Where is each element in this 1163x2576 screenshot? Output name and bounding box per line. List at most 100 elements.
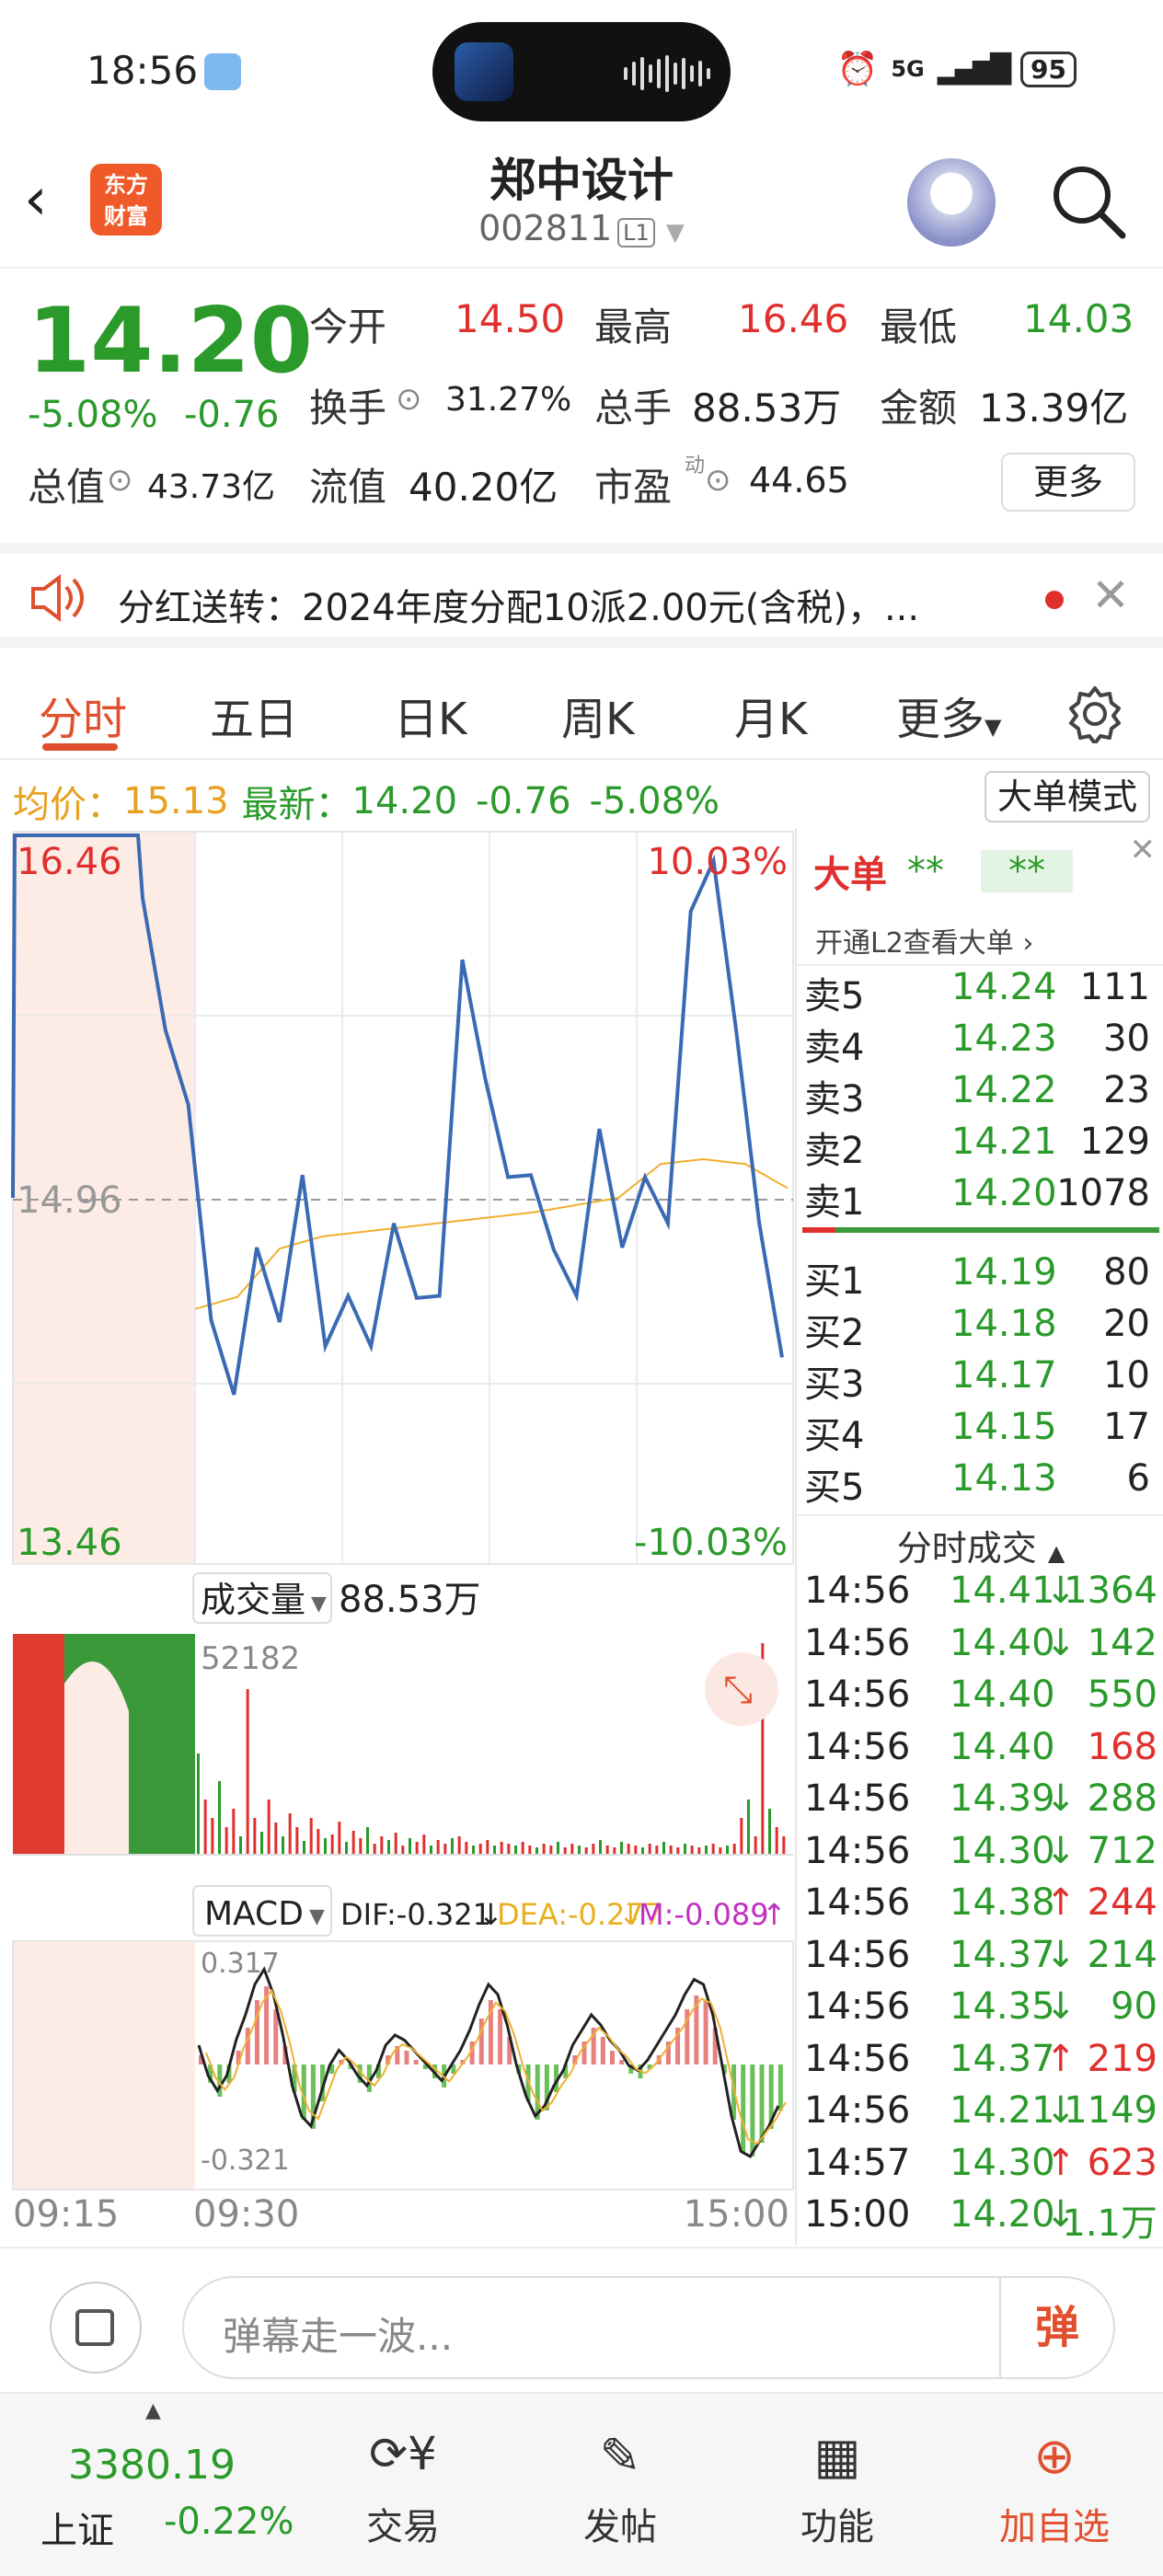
volume-bar — [380, 1836, 384, 1855]
dividend-notice[interactable]: 分红送转：2024年度分配10派2.00元(含税)，... ✕ — [0, 543, 1163, 648]
nav-add-watchlist[interactable]: ⊕ 加自选 — [990, 2427, 1119, 2550]
tab-weekly-k[interactable]: 周K — [561, 683, 634, 747]
tab-more[interactable]: 更多▼ — [896, 683, 1001, 747]
plus-circle-icon: ⊕ — [1033, 2427, 1076, 2485]
volume-bar — [366, 1827, 369, 1855]
nav-post-label: 发帖 — [583, 2506, 657, 2548]
volume-bar — [359, 1838, 363, 1855]
info-icon[interactable]: ⊙ — [107, 462, 133, 499]
ask-row: 卖1 14.20 1078 — [804, 1172, 1157, 1224]
amount-value: 13.39亿 — [979, 385, 1129, 431]
volume-bar — [563, 1847, 567, 1855]
bid-level: 买5 — [804, 1466, 865, 1509]
bid-volume: 10 — [1103, 1354, 1150, 1397]
tab-monthly-k[interactable]: 月K — [734, 683, 807, 747]
caret-down-icon: ▼ — [985, 714, 1002, 740]
price-panel: 16.46 14.96 13.46 10.03% -10.03% — [11, 831, 794, 1565]
trade-volume: 142 — [1087, 1621, 1157, 1664]
trade-volume: 244 — [1087, 1881, 1157, 1924]
volume-bar — [317, 1829, 320, 1855]
volume-bar — [782, 1836, 786, 1855]
trades-header-label: 分时成交 — [896, 1528, 1037, 1569]
ask-price: 14.23 — [951, 1018, 1057, 1060]
depth-bar — [802, 1227, 1159, 1233]
volume-bar — [309, 1818, 313, 1855]
y-top-pct: 10.03% — [647, 841, 788, 883]
danmu-input[interactable]: 弹幕走一波... 弹 — [182, 2276, 1115, 2379]
pe-value: 44.65 — [749, 460, 849, 500]
volume-bar — [514, 1846, 517, 1855]
trade-row: 15:00 14.20 ↓ 1.1万 — [804, 2193, 1157, 2246]
macd-bar — [759, 2064, 765, 2143]
tab-more-label: 更多 — [896, 694, 985, 745]
infobar-text: 均价： 15.13 最新： 14.20 -0.76 -5.08% — [13, 775, 720, 828]
volume-bar — [613, 1847, 616, 1855]
info-icon[interactable]: ⊙ — [705, 462, 731, 499]
ask-price: 14.24 — [951, 966, 1057, 1008]
search-icon[interactable] — [1047, 160, 1130, 243]
ask-price: 14.20 — [951, 1172, 1057, 1214]
macd-min-label: -0.321 — [201, 2145, 290, 2177]
trade-row: 14:56 14.37 ↓ 214 — [804, 1934, 1157, 1986]
big-order-mode-button[interactable]: 大单模式 — [985, 771, 1150, 822]
close-icon[interactable]: ✕ — [1091, 569, 1130, 622]
robot-assistant-icon[interactable] — [907, 158, 996, 247]
l2-link[interactable]: 开通L2查看大单 › — [815, 920, 1033, 960]
avg-label: 均价： — [13, 784, 123, 826]
index-value[interactable]: 3380.19 — [68, 2442, 236, 2489]
trade-direction-icon: ↑ — [1045, 2141, 1077, 2184]
tab-daily-k[interactable]: 日K — [394, 683, 466, 747]
trade-row: 14:56 14.37 ↑ 219 — [804, 2038, 1157, 2090]
chart-area[interactable]: 16.46 14.96 13.46 10.03% -10.03% 成交量 ▼ 8… — [0, 828, 795, 2245]
close-icon[interactable]: ✕ — [1130, 832, 1157, 868]
volume-bar — [415, 1842, 419, 1855]
danmu-placeholder: 弹幕走一波... — [223, 2314, 454, 2359]
chart-tabs: 分时 五日 日K 周K 月K 更多▼ — [0, 659, 1163, 760]
nav-trade[interactable]: ⟳¥ 交易 — [339, 2427, 467, 2550]
send-danmu-button[interactable]: 弹 — [999, 2278, 1113, 2377]
tab-intraday[interactable]: 分时 — [39, 683, 127, 747]
index-name[interactable]: 上证 — [40, 2501, 114, 2554]
caret-up-icon: ▲ — [1047, 1540, 1065, 1566]
macd-bar — [404, 2051, 409, 2064]
volume-bar — [549, 1846, 553, 1855]
gear-icon[interactable] — [1065, 684, 1124, 743]
trade-price: 14.20 — [950, 2193, 1055, 2236]
avg-value: 15.13 — [123, 780, 229, 822]
volume-bar — [253, 1818, 257, 1855]
volume-bar — [620, 1842, 623, 1855]
danmu-toggle-icon[interactable] — [50, 2282, 142, 2374]
network-label: 5G — [891, 56, 925, 82]
mcap-label: 总值 — [28, 465, 106, 510]
volume-bar — [493, 1846, 496, 1855]
volume-max-label: 52182 — [201, 1640, 300, 1677]
info-icon[interactable]: ⊙ — [396, 381, 422, 418]
ask-volume: 23 — [1103, 1069, 1150, 1111]
trade-volume: 623 — [1087, 2141, 1157, 2184]
trade-price: 14.21 — [950, 2089, 1055, 2132]
trade-time: 14:56 — [804, 2037, 911, 2080]
trade-volume: 1.1万 — [1062, 2202, 1157, 2245]
y-mid-label: 14.96 — [17, 1179, 122, 1222]
danmu-bar: 弹幕走一波... 弹 — [0, 2247, 1163, 2390]
more-button[interactable]: 更多 — [1001, 453, 1135, 512]
nav-post[interactable]: ✎ 发帖 — [556, 2427, 685, 2550]
turnover-label: 换手 — [309, 385, 387, 431]
big-order-stars-2: ** — [981, 850, 1073, 892]
turnover-value: 31.27% — [445, 381, 572, 419]
macd-label: MACD — [204, 1895, 304, 1933]
change-value: -0.76 — [184, 394, 280, 436]
high-label: 最高 — [594, 305, 673, 350]
trade-time: 14:56 — [804, 1829, 911, 1872]
change-pct: -5.08% — [28, 394, 158, 436]
tab-five-day[interactable]: 五日 — [210, 683, 298, 747]
caret-down-icon: ▼ — [309, 1905, 325, 1928]
volume-bar — [303, 1841, 305, 1855]
weather-icon — [204, 53, 241, 90]
caret-up-icon: ▲ — [145, 2399, 161, 2422]
dynamic-island[interactable] — [432, 22, 731, 121]
volume-bar — [436, 1840, 440, 1855]
trades-header[interactable]: 分时成交 ▲ — [797, 1520, 1163, 1570]
trade-price: 14.40 — [950, 1621, 1055, 1664]
nav-functions[interactable]: ▦ 功能 — [773, 2427, 902, 2550]
